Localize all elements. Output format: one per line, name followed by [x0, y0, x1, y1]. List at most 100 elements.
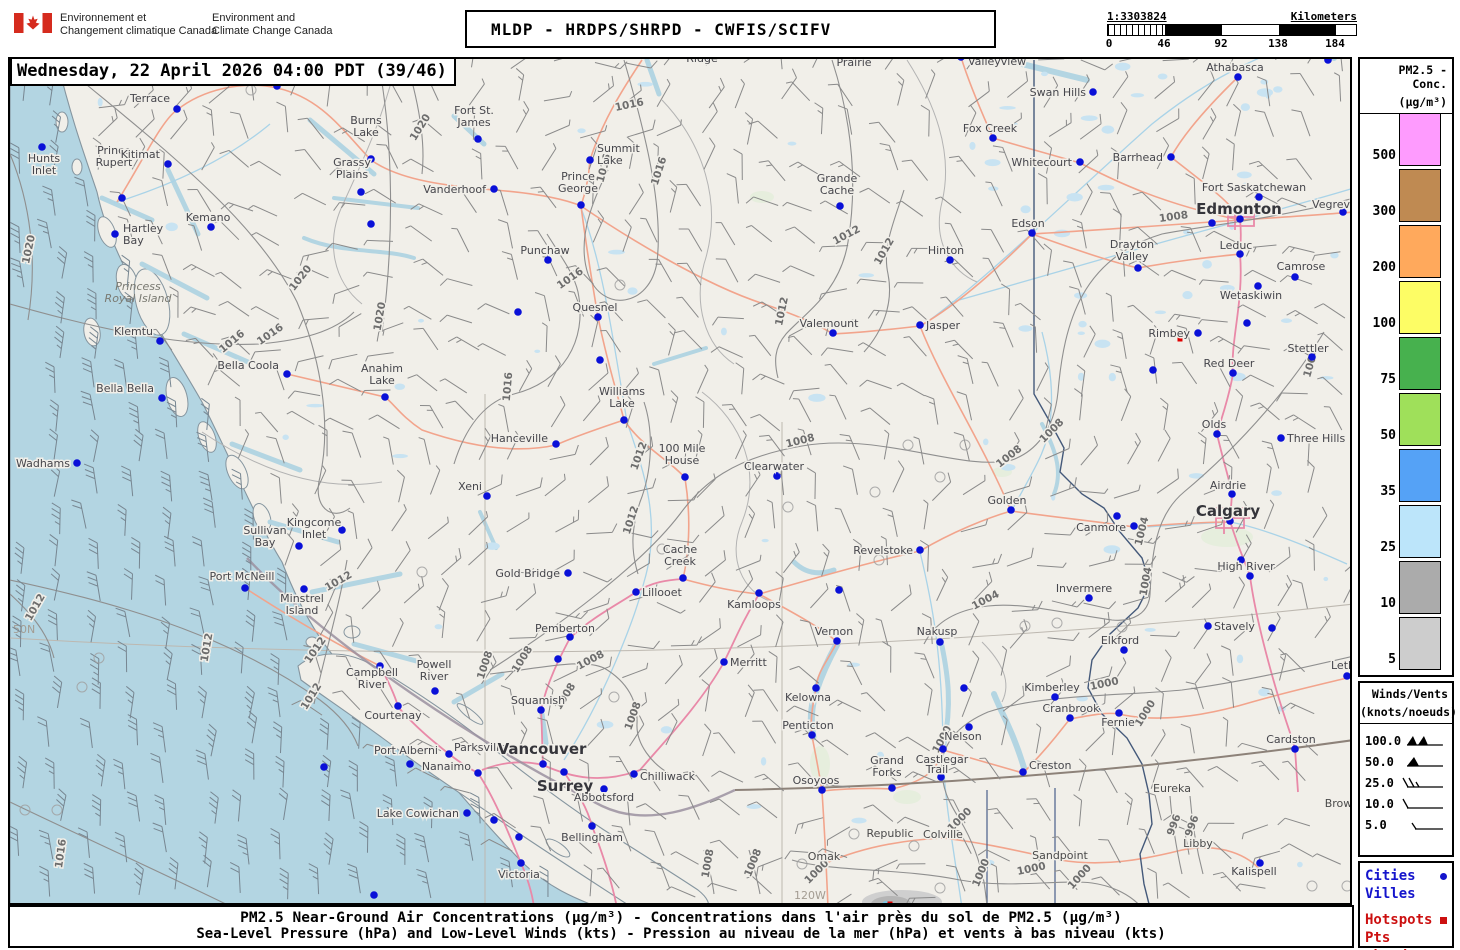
city-label: Bella Bella	[96, 382, 154, 395]
city-label: Klemtu	[114, 325, 153, 338]
pm25-level-value: 5	[1388, 652, 1396, 667]
city-marker	[818, 786, 826, 794]
city-marker	[679, 574, 687, 582]
city-marker	[490, 185, 498, 193]
city-label: Barrhead	[1113, 151, 1163, 164]
city-marker	[936, 638, 944, 646]
city-marker	[1028, 229, 1036, 237]
canada-flag-icon	[14, 13, 52, 33]
city-label: Rimbey	[1148, 327, 1190, 340]
city-marker	[1208, 219, 1216, 227]
weather-map-page: Environnement et Changement climatique C…	[0, 0, 1460, 950]
city-label: Red Deer	[1204, 357, 1255, 370]
svg-text:Brown: Brown	[1325, 797, 1350, 810]
city-label: Whitecourt	[1011, 156, 1072, 169]
city-marker	[1204, 622, 1212, 630]
city-label: Kelowna	[785, 691, 831, 704]
city-marker	[158, 394, 166, 402]
pm25-level-row: 25	[1360, 503, 1452, 559]
city-marker	[1089, 88, 1097, 96]
city-label: Vanderhoof	[423, 183, 487, 196]
city-label: Edmonton	[1196, 200, 1282, 218]
city-marker	[836, 202, 844, 210]
city-label: Kitimat	[121, 148, 161, 161]
pm25-color-swatch	[1399, 561, 1441, 614]
pm25-level-row: 10	[1360, 559, 1452, 615]
city-label: Airdrie	[1210, 479, 1246, 492]
winds-legend: Winds/Vents (knots/noeuds) 100.0 50.0 25…	[1358, 681, 1454, 857]
pm25-level-row: 500	[1360, 111, 1452, 167]
pm25-level-row: 75	[1360, 335, 1452, 391]
city-marker	[544, 256, 552, 264]
city-label: Wetaskiwin	[1220, 289, 1282, 302]
city-marker	[946, 256, 954, 264]
city-marker	[1007, 506, 1015, 514]
city-marker	[554, 655, 562, 663]
pm25-color-swatch	[1399, 225, 1441, 278]
pm25-legend: PM2.5 - Conc. (µg/m³) 500300200100755035…	[1358, 57, 1454, 677]
city-label: Cardston	[1266, 733, 1316, 746]
city-marker	[367, 220, 375, 228]
city-label: PrinceGeorge	[558, 170, 598, 195]
wind-barb-25-icon	[1401, 776, 1446, 790]
city-label: Courtenay	[364, 709, 422, 722]
city-marker	[829, 329, 837, 337]
city-marker	[431, 687, 439, 695]
city-marker	[1246, 572, 1254, 580]
city-marker	[916, 321, 924, 329]
city-label: Trail	[925, 763, 948, 776]
city-label: Nanaimo	[422, 760, 471, 773]
scale-seg-hatched	[1108, 25, 1165, 35]
svg-text:Sandpoint: Sandpoint	[1032, 849, 1088, 862]
city-label: CacheCreek	[663, 543, 697, 568]
hotspot-marker	[888, 902, 893, 904]
city-label: Lake Cowichan	[377, 807, 459, 820]
wind-barb-100-icon	[1401, 734, 1446, 748]
city-label: Squamish	[511, 694, 565, 707]
city-marker	[773, 472, 781, 480]
svg-text:Republic: Republic	[866, 827, 913, 840]
city-label: Wadhams	[16, 457, 70, 470]
svg-text:1016: 1016	[501, 372, 516, 402]
pm25-level-row: 200	[1360, 223, 1452, 279]
city-label: GrandForks	[870, 754, 904, 779]
city-marker	[1291, 745, 1299, 753]
city-marker	[357, 188, 365, 196]
city-marker	[1277, 434, 1285, 442]
city-marker	[1234, 73, 1242, 81]
pm25-level-row: 5	[1360, 615, 1452, 671]
wind-barb-5-icon	[1401, 818, 1446, 832]
city-marker	[490, 816, 498, 824]
pm25-color-swatch	[1399, 449, 1441, 502]
pm25-level-row: 300	[1360, 167, 1452, 223]
city-marker	[445, 750, 453, 758]
pm25-color-swatch	[1399, 113, 1441, 166]
hotspot-square-icon	[1440, 917, 1447, 924]
city-marker	[720, 658, 728, 666]
city-label: Valleyview	[968, 59, 1026, 68]
city-marker	[989, 134, 997, 142]
svg-text:Omak: Omak	[808, 850, 841, 863]
city-marker	[474, 769, 482, 777]
city-marker	[808, 731, 816, 739]
city-marker	[835, 586, 843, 594]
pm25-level-row: 100	[1360, 279, 1452, 335]
city-marker	[586, 156, 594, 164]
city-marker	[916, 546, 924, 554]
city-marker	[939, 745, 947, 753]
agency-name-en: Environment and Climate Change Canada	[212, 12, 332, 38]
pm25-level-row: 35	[1360, 447, 1452, 503]
city-label: Camrose	[1277, 260, 1326, 273]
city-label: Fort St.James	[454, 104, 494, 129]
caption-line1: PM2.5 Near-Ground Air Concentrations (µg…	[10, 910, 1352, 926]
city-label: Elkford	[1101, 634, 1139, 647]
city-marker	[1120, 646, 1128, 654]
svg-text:Libby: Libby	[1183, 837, 1213, 850]
city-marker	[596, 356, 604, 364]
caption: PM2.5 Near-Ground Air Concentrations (µg…	[8, 905, 1354, 948]
city-marker	[681, 473, 689, 481]
city-label: Kamloops	[727, 598, 781, 611]
city-marker	[1268, 624, 1276, 632]
city-label: Stavely	[1214, 620, 1255, 633]
city-label: Port McNeill	[209, 570, 274, 583]
